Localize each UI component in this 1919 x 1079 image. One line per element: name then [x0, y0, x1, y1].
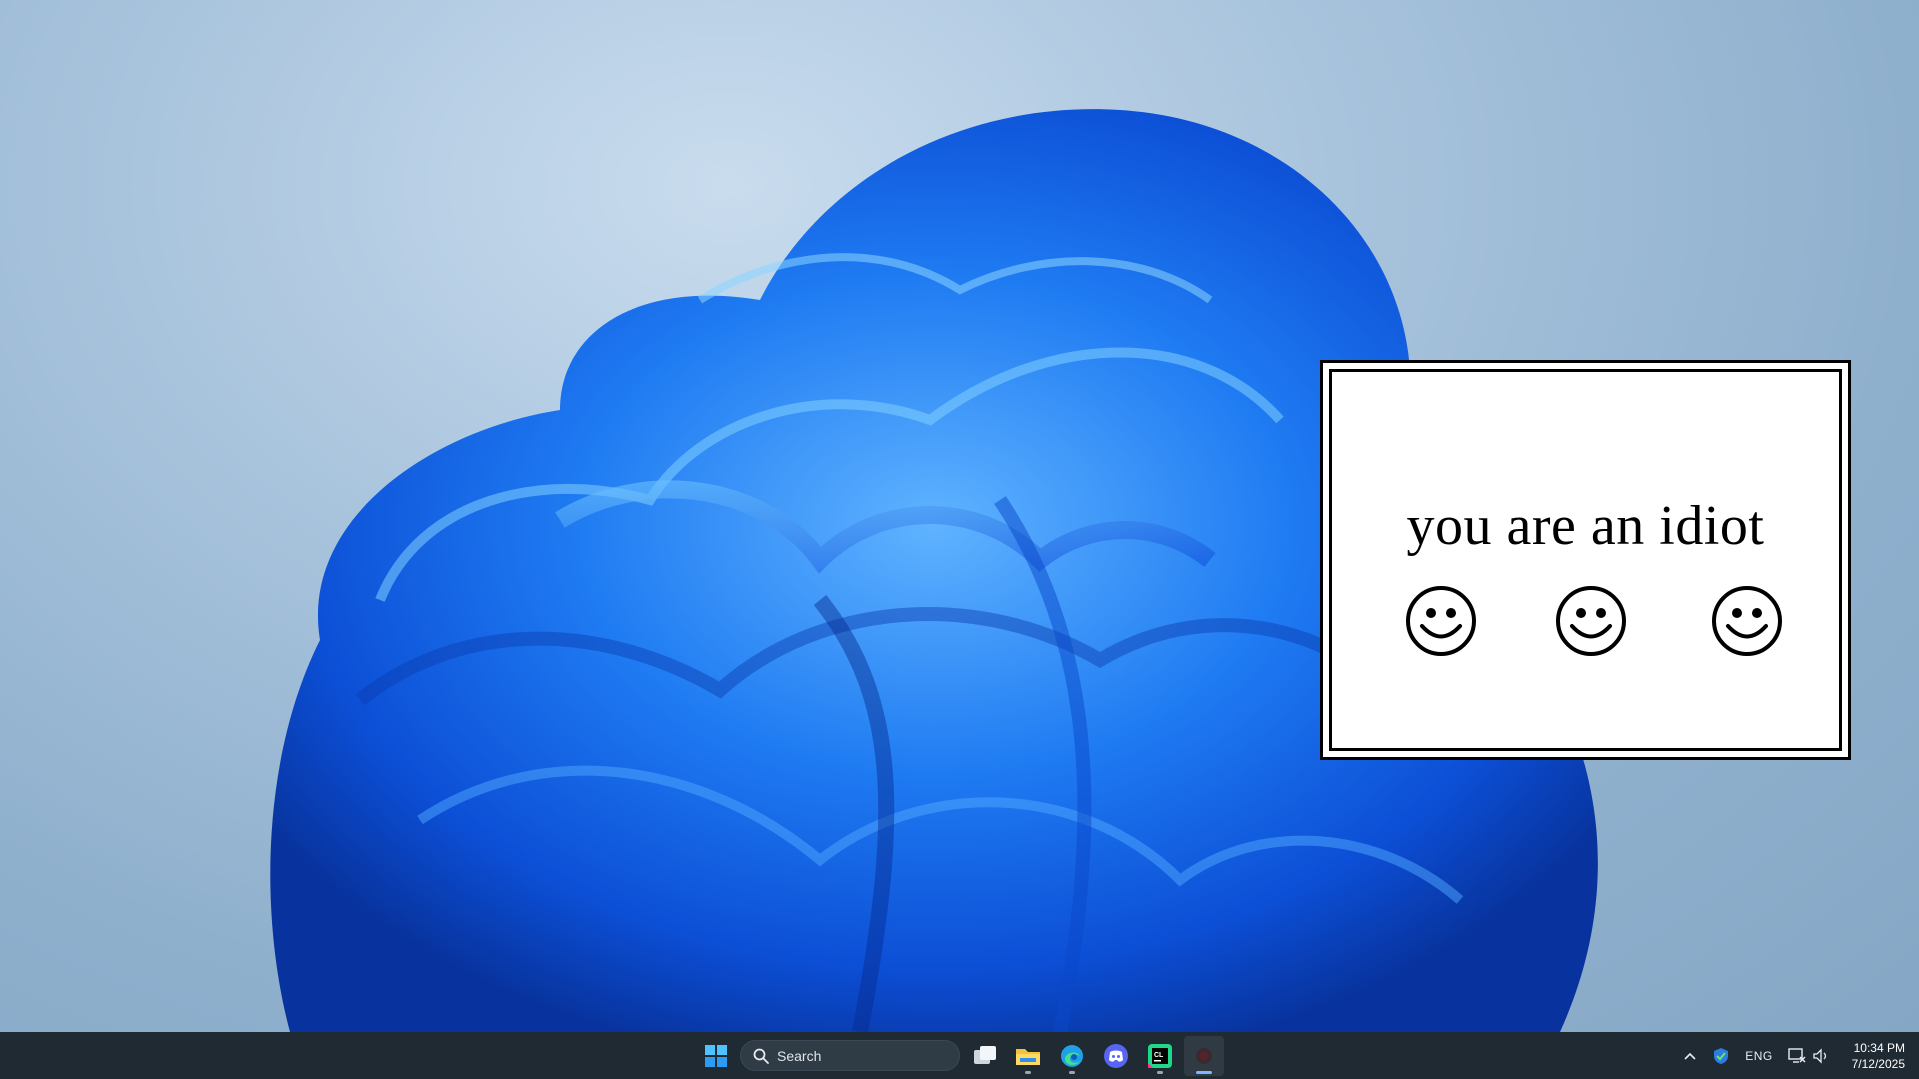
volume-icon	[1813, 1047, 1827, 1064]
edge-icon	[1061, 1045, 1083, 1067]
network-button[interactable]	[1786, 1032, 1808, 1079]
file-explorer-icon	[1016, 1049, 1040, 1065]
popup-message: you are an idiot	[1406, 495, 1765, 557]
search-box[interactable]: Search	[740, 1040, 960, 1071]
active-app-button[interactable]	[1184, 1036, 1224, 1076]
running-indicator	[1025, 1071, 1031, 1074]
clion-icon: CL	[1148, 1044, 1172, 1068]
popup-content: you are an idiot	[1323, 363, 1848, 757]
app-window-icon	[1196, 1048, 1212, 1064]
running-indicator	[1157, 1071, 1163, 1074]
network-icon	[1788, 1047, 1806, 1063]
shield-icon	[1714, 1047, 1728, 1064]
discord-button[interactable]	[1096, 1036, 1136, 1076]
start-button[interactable]	[696, 1036, 736, 1076]
task-view-icon	[974, 1046, 996, 1064]
start-icon	[705, 1045, 727, 1067]
svg-text:CL: CL	[1154, 1052, 1164, 1059]
language-indicator[interactable]: ENG	[1742, 1032, 1776, 1079]
taskbar: Search CL ENG 10:34 PM 7/12/2025	[0, 1032, 1919, 1079]
search-label: Search	[777, 1047, 822, 1064]
volume-button[interactable]	[1810, 1032, 1832, 1079]
clion-button[interactable]: CL	[1140, 1036, 1180, 1076]
clock[interactable]: 10:34 PM 7/12/2025	[1852, 1040, 1905, 1072]
chevron-up-icon	[1684, 1052, 1696, 1060]
edge-button[interactable]	[1052, 1036, 1092, 1076]
running-indicator	[1196, 1071, 1212, 1074]
popup-window[interactable]: you are an idiot	[1320, 360, 1851, 760]
running-indicator	[1069, 1071, 1075, 1074]
show-hidden-icons-button[interactable]	[1680, 1032, 1700, 1079]
smiley-face-icon	[1556, 586, 1626, 656]
windows-security-button[interactable]	[1710, 1032, 1732, 1079]
search-icon	[753, 1048, 769, 1064]
smiley-face-icon	[1406, 586, 1476, 656]
desktop: you are an idiot	[0, 0, 1919, 1032]
clock-time: 10:34 PM	[1853, 1041, 1905, 1055]
file-explorer-button[interactable]	[1008, 1036, 1048, 1076]
language-label: ENG	[1745, 1048, 1773, 1063]
discord-icon	[1104, 1044, 1128, 1068]
task-view-button[interactable]	[965, 1036, 1005, 1076]
clock-date: 7/12/2025	[1851, 1057, 1905, 1071]
smiley-face-icon	[1712, 586, 1782, 656]
